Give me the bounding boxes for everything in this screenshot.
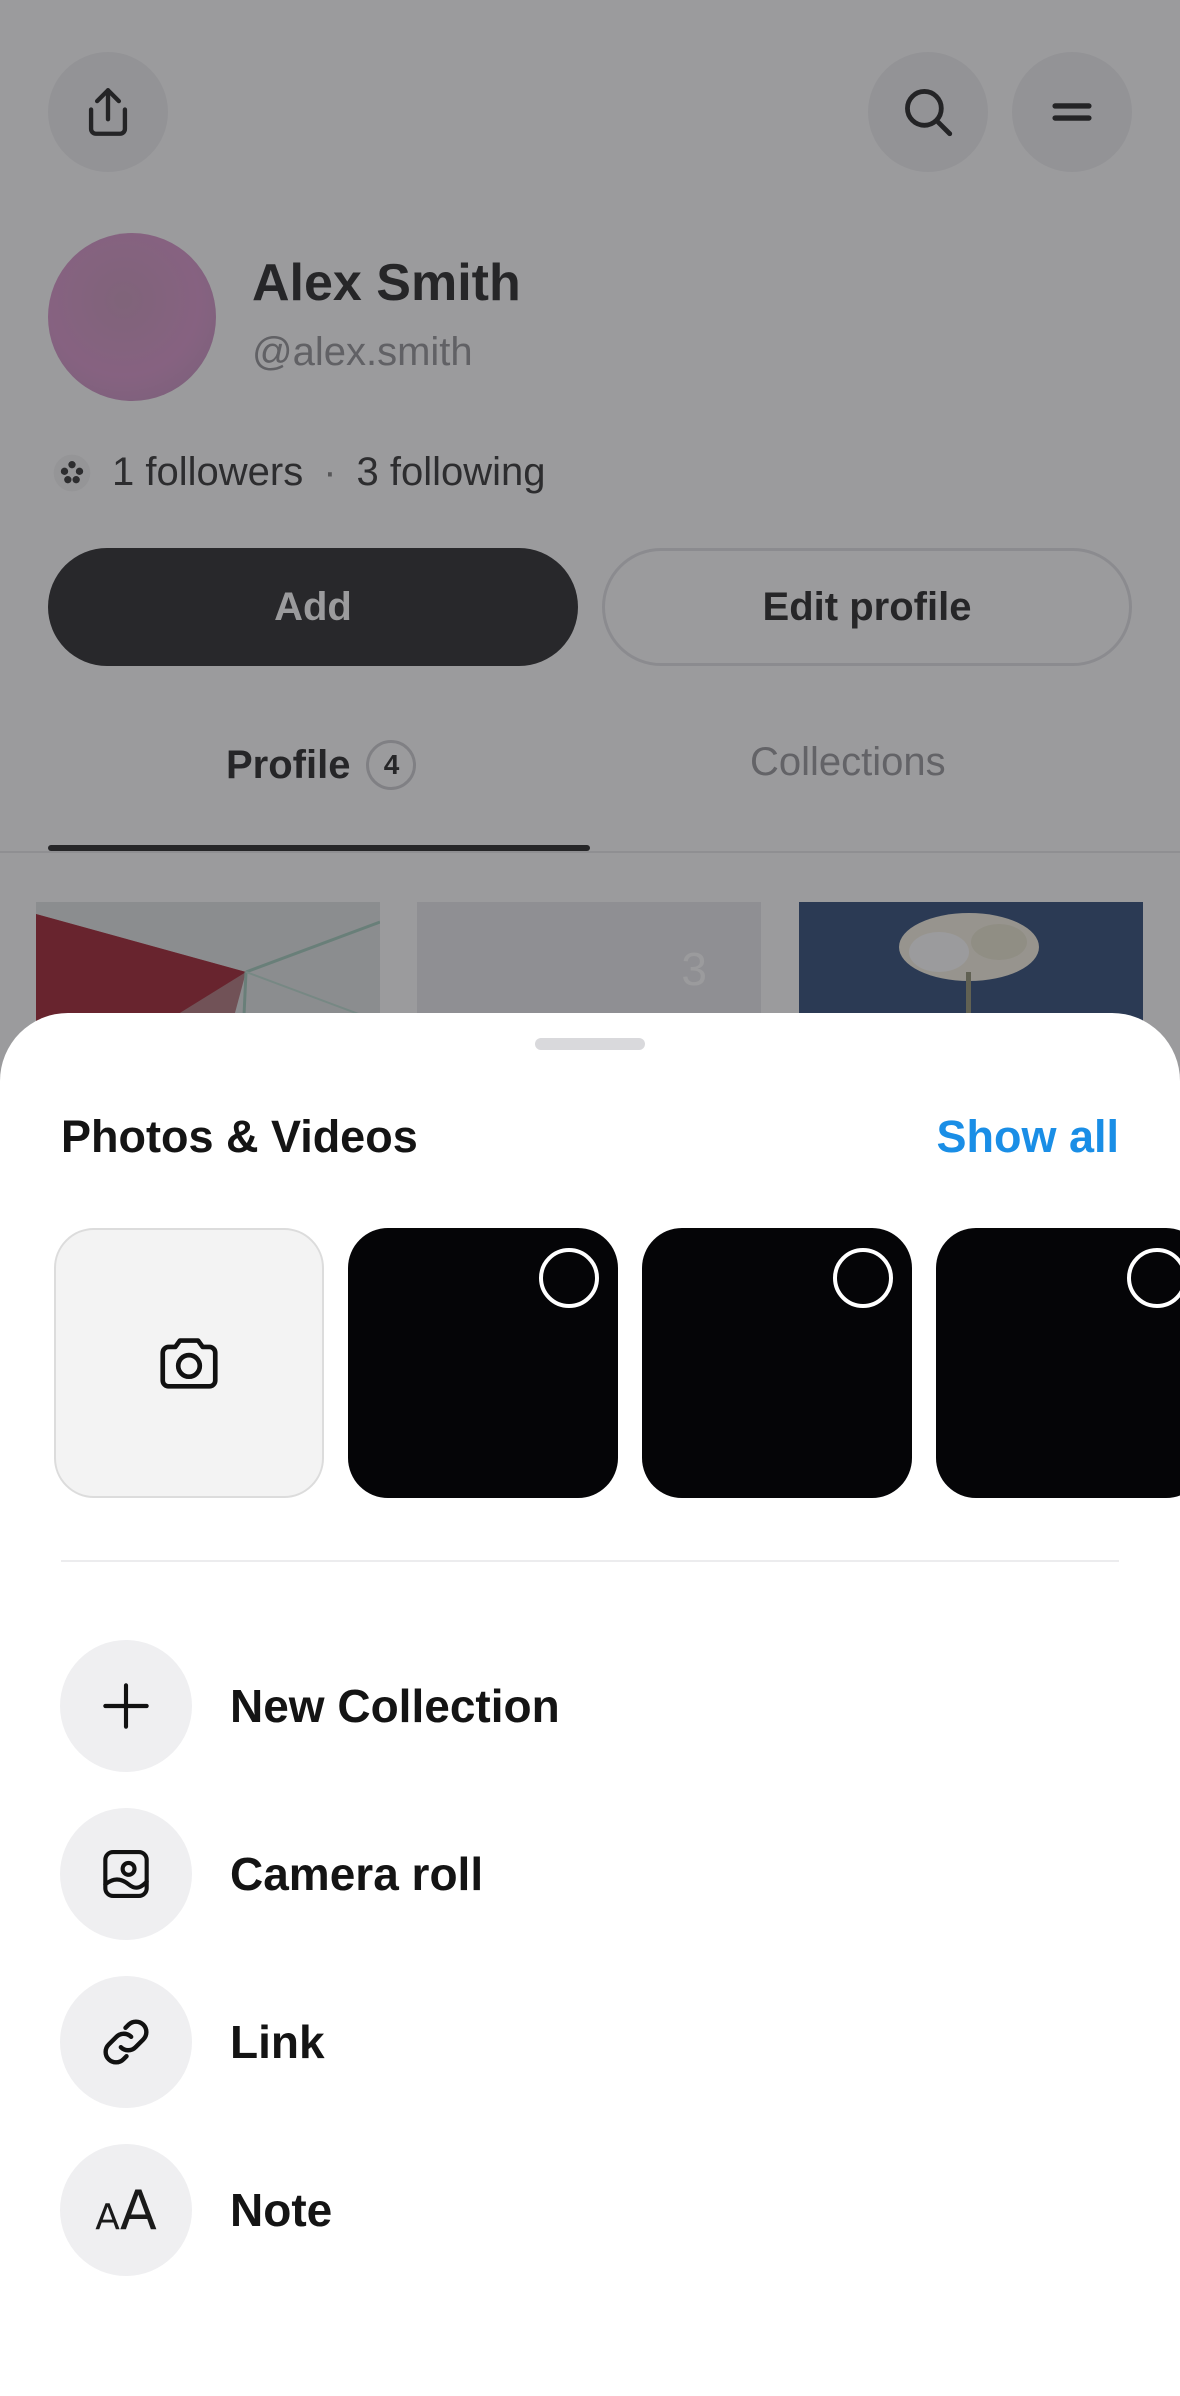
select-circle[interactable] bbox=[1127, 1248, 1180, 1308]
text-size-icon-big: A bbox=[119, 2178, 157, 2242]
media-tile[interactable] bbox=[936, 1228, 1180, 1498]
text-size-icon: AA bbox=[60, 2144, 192, 2276]
select-circle[interactable] bbox=[539, 1248, 599, 1308]
note-label: Note bbox=[230, 2184, 333, 2236]
camera-roll-button[interactable]: Camera roll bbox=[60, 1808, 1120, 1940]
new-collection-button[interactable]: New Collection bbox=[60, 1640, 1120, 1772]
sheet-title: Photos & Videos bbox=[61, 1111, 418, 1162]
add-content-sheet: Photos & Videos Show all New Collection … bbox=[0, 1013, 1180, 2396]
sheet-divider bbox=[61, 1560, 1119, 1562]
media-tile[interactable] bbox=[642, 1228, 912, 1498]
text-size-icon-small: A bbox=[95, 2196, 120, 2238]
select-circle[interactable] bbox=[833, 1248, 893, 1308]
new-collection-label: New Collection bbox=[230, 1680, 560, 1732]
note-button[interactable]: AA Note bbox=[60, 2144, 1120, 2276]
plus-icon bbox=[60, 1640, 192, 1772]
link-icon bbox=[60, 1976, 192, 2108]
camera-roll-icon bbox=[60, 1808, 192, 1940]
show-all-link[interactable]: Show all bbox=[936, 1111, 1119, 1163]
media-tile[interactable] bbox=[348, 1228, 618, 1498]
link-button[interactable]: Link bbox=[60, 1976, 1120, 2108]
camera-tile[interactable] bbox=[54, 1228, 324, 1498]
camera-icon bbox=[160, 1338, 218, 1389]
camera-roll-label: Camera roll bbox=[230, 1848, 484, 1900]
sheet-grabber[interactable] bbox=[535, 1038, 645, 1050]
link-label: Link bbox=[230, 2016, 325, 2068]
